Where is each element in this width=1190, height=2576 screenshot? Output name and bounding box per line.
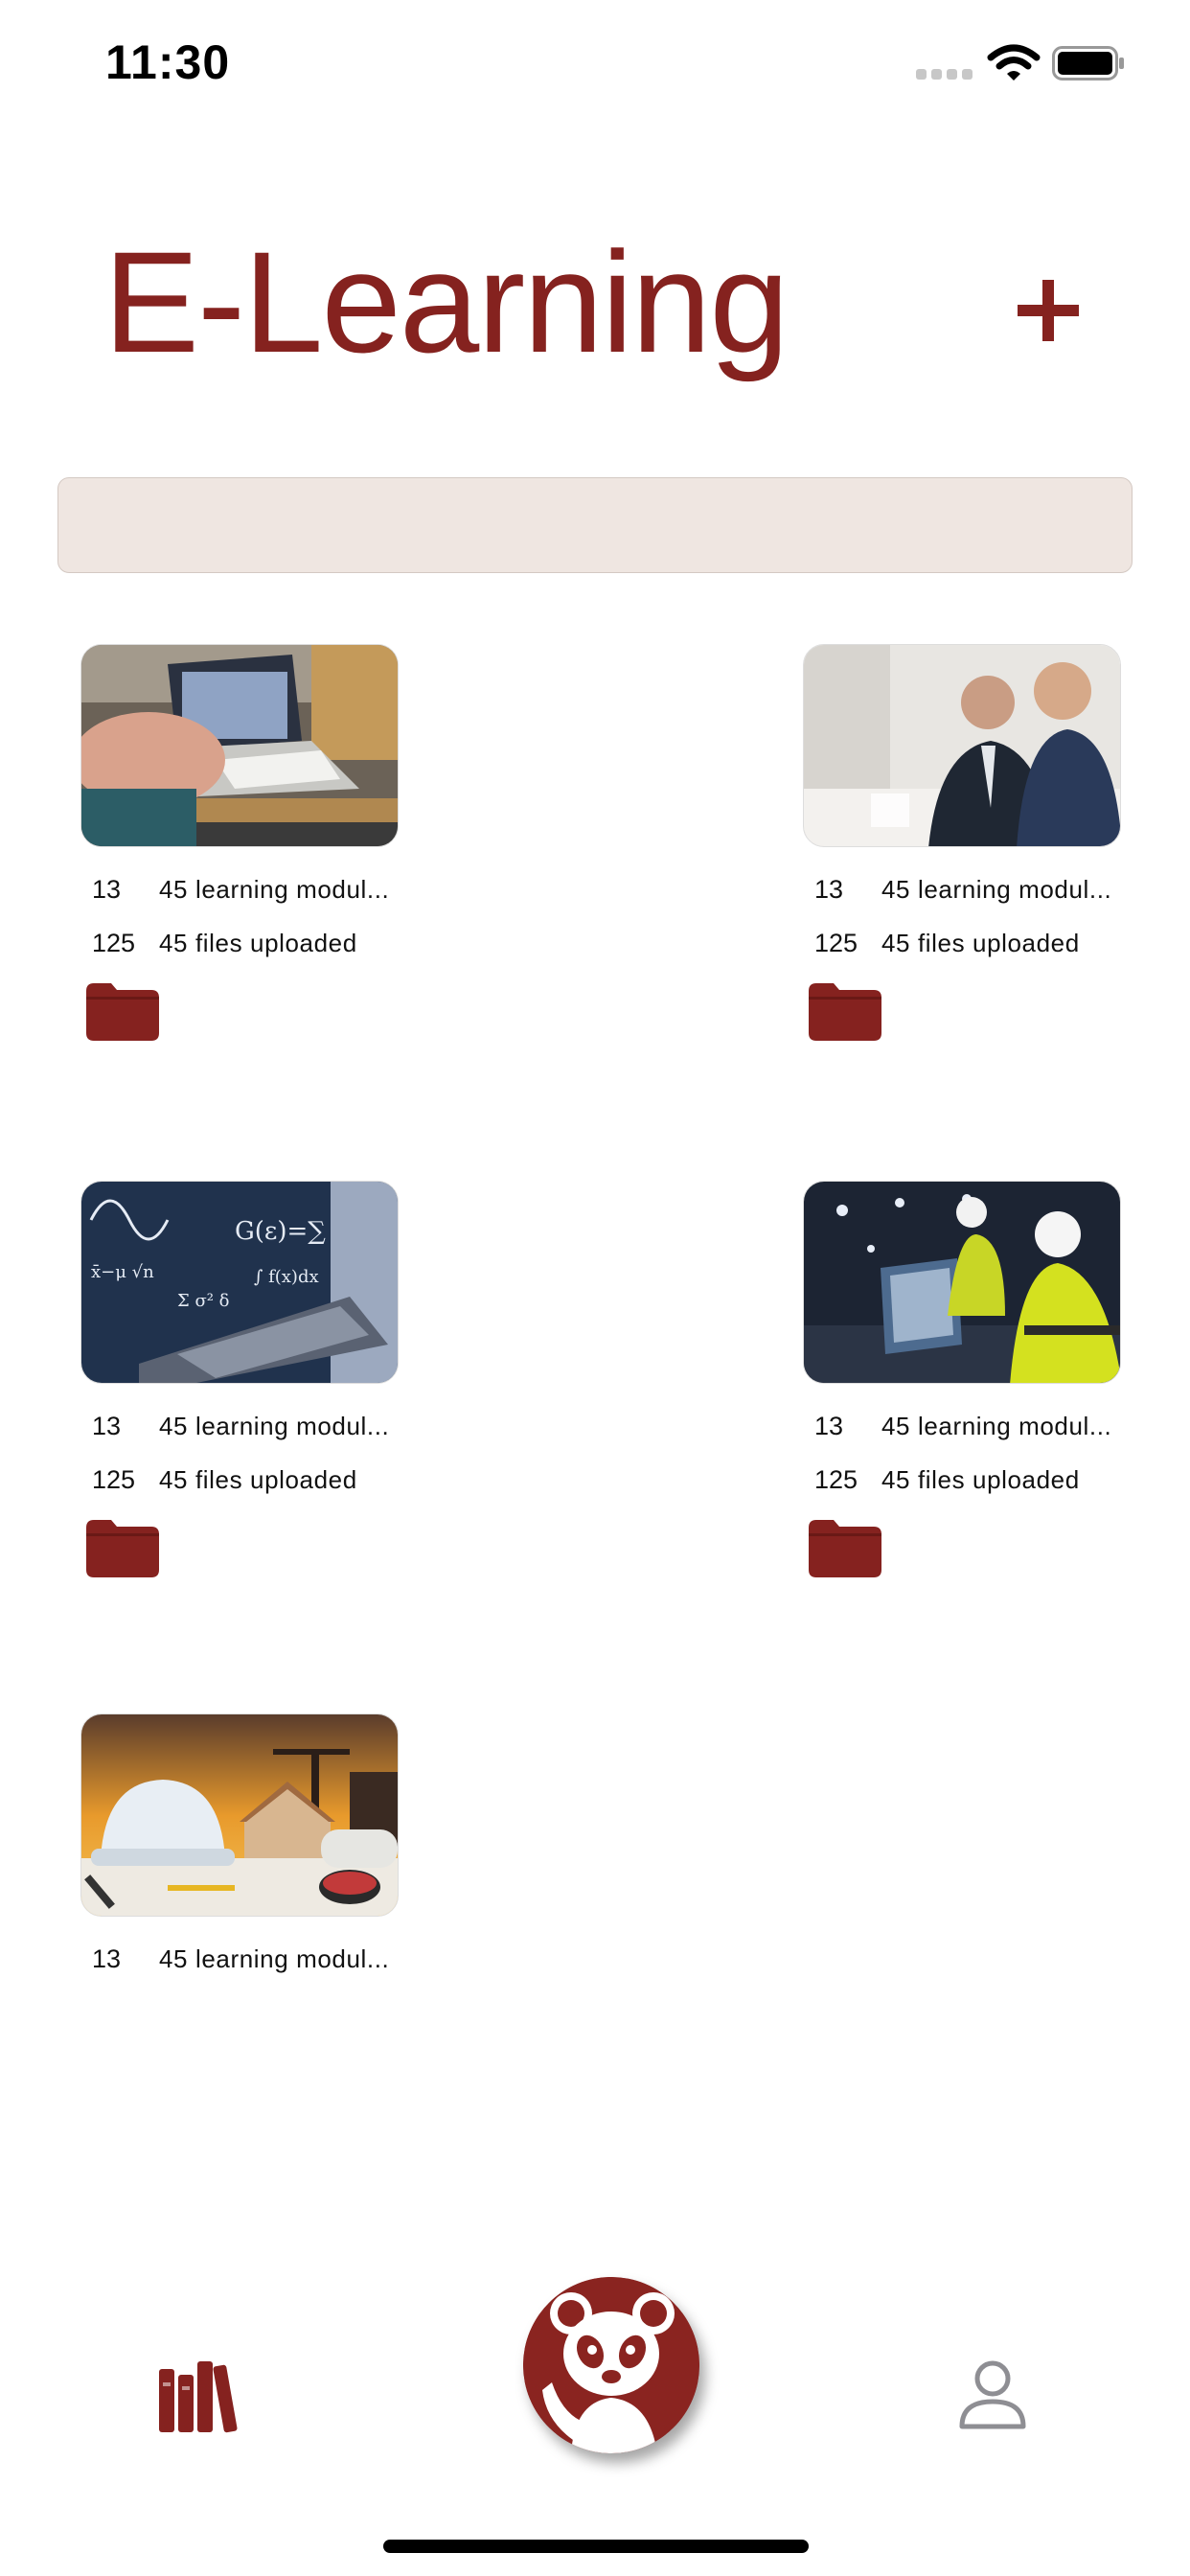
files-row: 125 45 files uploaded	[80, 916, 406, 970]
modules-text: 45 learning modul...	[159, 874, 390, 904]
files-text: 45 files uploaded	[881, 1464, 1080, 1494]
wifi-icon	[987, 44, 1041, 80]
modules-count: 13	[92, 1944, 122, 1973]
course-image: G(ε)=∑ x̄−μ √n Σ σ² δ ∫ f(x)dx	[80, 1181, 399, 1384]
course-card[interactable]: G(ε)=∑ x̄−μ √n Σ σ² δ ∫ f(x)dx 13 45 lea…	[80, 1181, 406, 1582]
status-bar: 11:30	[0, 0, 1190, 134]
modules-text: 45 learning modul...	[159, 1944, 390, 1973]
course-card[interactable]: 13 45 learning modul... 125 45 files upl…	[80, 644, 406, 1046]
course-image	[803, 644, 1121, 847]
modules-count: 13	[92, 1411, 122, 1440]
cellular-signal-icon	[916, 69, 977, 80]
battery-icon	[1052, 46, 1124, 80]
modules-text: 45 learning modul...	[881, 1411, 1112, 1440]
modules-text: 45 learning modul...	[159, 1411, 390, 1440]
files-count: 125	[92, 1464, 136, 1494]
modules-row: 13 45 learning modul...	[803, 1399, 1129, 1453]
files-text: 45 files uploaded	[881, 928, 1080, 957]
files-count: 125	[814, 1464, 858, 1494]
status-time: 11:30	[105, 35, 231, 89]
course-image	[80, 644, 399, 847]
files-count: 125	[814, 928, 858, 957]
folder-icon[interactable]	[809, 1518, 881, 1577]
course-card[interactable]: 13 45 learning modul... 125 45 files upl…	[803, 644, 1129, 1046]
panda-logo[interactable]	[523, 2277, 699, 2453]
svg-text:x̄−μ √n: x̄−μ √n	[91, 1262, 154, 1282]
files-row: 125 45 files uploaded	[803, 1453, 1129, 1506]
folder-icon[interactable]	[809, 981, 881, 1041]
course-card[interactable]: 13 45 learning modul... 125 45 files upl…	[803, 1181, 1129, 1582]
home-indicator	[383, 2540, 809, 2553]
modules-count: 13	[814, 874, 844, 904]
modules-row: 13 45 learning modul...	[80, 1932, 406, 1986]
library-icon[interactable]	[155, 2358, 241, 2434]
files-text: 45 files uploaded	[159, 1464, 357, 1494]
course-image	[803, 1181, 1121, 1384]
modules-row: 13 45 learning modul...	[80, 1399, 406, 1453]
modules-row: 13 45 learning modul...	[80, 862, 406, 916]
course-image	[80, 1714, 399, 1917]
plus-icon[interactable]	[1010, 272, 1087, 349]
modules-count: 13	[92, 874, 122, 904]
files-row: 125 45 files uploaded	[80, 1453, 406, 1506]
page-title: E-Learning	[103, 221, 790, 382]
files-text: 45 files uploaded	[159, 928, 357, 957]
folder-icon[interactable]	[86, 981, 159, 1041]
search-input[interactable]	[57, 477, 1133, 573]
folder-icon[interactable]	[86, 1518, 159, 1577]
svg-text:Σ σ² δ: Σ σ² δ	[177, 1291, 230, 1311]
files-count: 125	[92, 928, 136, 957]
svg-text:∫ f(x)dx: ∫ f(x)dx	[254, 1267, 319, 1287]
modules-text: 45 learning modul...	[881, 874, 1112, 904]
files-row: 125 45 files uploaded	[803, 916, 1129, 970]
course-card[interactable]: 13 45 learning modul...	[80, 1714, 406, 1986]
profile-icon[interactable]	[956, 2358, 1029, 2430]
modules-count: 13	[814, 1411, 844, 1440]
svg-text:G(ε)=∑: G(ε)=∑	[235, 1217, 326, 1246]
modules-row: 13 45 learning modul...	[803, 862, 1129, 916]
